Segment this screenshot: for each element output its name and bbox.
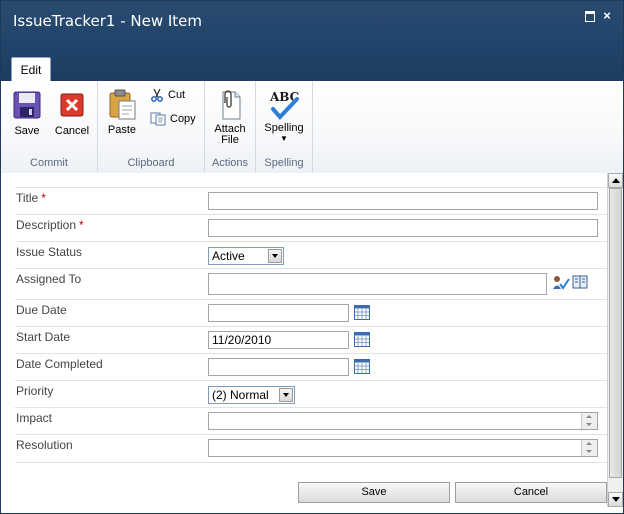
field-label-assigned-to: Assigned To xyxy=(16,272,82,286)
scroll-up-icon[interactable] xyxy=(608,173,623,188)
field-label-date-completed: Date Completed xyxy=(16,357,103,371)
group-label-spelling: Spelling xyxy=(264,157,304,169)
vertical-scrollbar[interactable] xyxy=(607,173,623,507)
scroll-down-icon[interactable] xyxy=(608,492,623,507)
copy-button[interactable]: Copy xyxy=(150,111,196,127)
attach-file-button[interactable]: Attach File xyxy=(209,89,251,146)
paste-icon xyxy=(109,89,136,120)
title-input[interactable] xyxy=(208,192,598,210)
issue-status-select[interactable]: Active xyxy=(208,247,284,265)
save-label: Save xyxy=(14,125,40,137)
issue-status-value: Active xyxy=(212,249,245,263)
field-label-issue-status: Issue Status xyxy=(16,245,83,259)
maximize-button[interactable] xyxy=(583,9,597,23)
new-item-dialog: IssueTracker1 - New Item × Edit Save Can… xyxy=(0,0,624,514)
field-label-priority: Priority xyxy=(16,384,54,398)
cut-icon xyxy=(151,88,163,102)
maximize-icon xyxy=(585,11,595,22)
priority-select[interactable]: (2) Normal xyxy=(208,386,295,404)
textarea-scrollbar[interactable] xyxy=(581,413,597,429)
assigned-to-input[interactable] xyxy=(208,273,547,295)
resolution-textarea[interactable] xyxy=(208,439,598,457)
spelling-icon: ABC xyxy=(267,89,301,123)
copy-label: Copy xyxy=(170,113,196,125)
impact-textarea[interactable] xyxy=(208,412,598,430)
form-area: Title * Description * Issue Status Active … xyxy=(1,173,607,513)
group-spelling: ABC Spelling ▼ Spelling xyxy=(256,81,313,172)
row-assigned-to: Assigned To xyxy=(15,268,607,300)
group-commit: Save Cancel Commit xyxy=(1,81,98,172)
field-label-due-date: Due Date xyxy=(16,303,67,317)
save-icon xyxy=(13,91,41,119)
row-date-completed: Date Completed xyxy=(15,353,607,381)
row-impact: Impact xyxy=(15,407,607,435)
group-actions: Attach File Actions xyxy=(205,81,256,172)
field-label-description: Description * xyxy=(16,218,84,232)
row-resolution: Resolution xyxy=(15,434,607,463)
check-names-icon[interactable] xyxy=(552,275,570,291)
description-input[interactable] xyxy=(208,219,598,237)
copy-icon xyxy=(150,112,166,126)
group-label-actions: Actions xyxy=(211,157,249,169)
attach-file-icon xyxy=(222,90,241,120)
group-label-clipboard: Clipboard xyxy=(127,157,175,169)
calendar-icon[interactable] xyxy=(354,359,370,374)
row-priority: Priority (2) Normal xyxy=(15,380,607,408)
close-button[interactable]: × xyxy=(600,9,614,23)
chevron-down-icon xyxy=(268,249,282,263)
row-issue-status: Issue Status Active xyxy=(15,241,607,269)
row-start-date: Start Date 11/20/2010 xyxy=(15,326,607,354)
calendar-icon[interactable] xyxy=(354,332,370,347)
save-button[interactable]: Save xyxy=(298,482,450,503)
chevron-down-icon xyxy=(279,388,293,402)
cancel-label: Cancel xyxy=(54,125,90,137)
date-completed-input[interactable] xyxy=(208,358,349,376)
textarea-scrollbar[interactable] xyxy=(581,440,597,456)
field-label-impact: Impact xyxy=(16,411,53,425)
row-due-date: Due Date xyxy=(15,299,607,327)
field-label-title: Title * xyxy=(16,191,46,205)
cut-label: Cut xyxy=(168,89,186,101)
title-bar: IssueTracker1 - New Item × Edit xyxy=(1,1,623,81)
cancel-button[interactable]: Cancel xyxy=(455,482,607,503)
spelling-label: Spelling xyxy=(264,122,304,134)
cancel-icon xyxy=(60,93,84,117)
cut-button[interactable]: Cut xyxy=(150,87,185,103)
tab-edit[interactable]: Edit xyxy=(11,57,51,81)
scroll-thumb[interactable] xyxy=(609,188,622,478)
spelling-dropdown-icon: ▼ xyxy=(280,134,288,143)
dialog-title: IssueTracker1 - New Item xyxy=(13,12,203,30)
attach-label-line2: File xyxy=(221,134,239,146)
priority-value: (2) Normal xyxy=(212,388,269,402)
group-label-commit: Commit xyxy=(30,157,68,169)
group-clipboard: Paste Cut Copy Clipboard xyxy=(98,81,205,172)
address-book-icon[interactable] xyxy=(572,275,588,289)
field-label-start-date: Start Date xyxy=(16,330,71,344)
row-description: Description * xyxy=(15,214,607,242)
ribbon: Save Cancel Commit Paste Cut Copy Clipbo… xyxy=(1,81,623,174)
field-label-resolution: Resolution xyxy=(16,438,73,452)
paste-label: Paste xyxy=(107,124,137,136)
save-ribbon-button[interactable]: Save xyxy=(7,91,47,137)
row-title: Title * xyxy=(15,187,607,215)
paste-button[interactable]: Paste xyxy=(104,89,140,136)
start-date-input[interactable]: 11/20/2010 xyxy=(208,331,349,349)
cancel-ribbon-button[interactable]: Cancel xyxy=(51,91,93,137)
spelling-button[interactable]: ABC Spelling ▼ xyxy=(260,89,308,144)
due-date-input[interactable] xyxy=(208,304,349,322)
calendar-icon[interactable] xyxy=(354,305,370,320)
